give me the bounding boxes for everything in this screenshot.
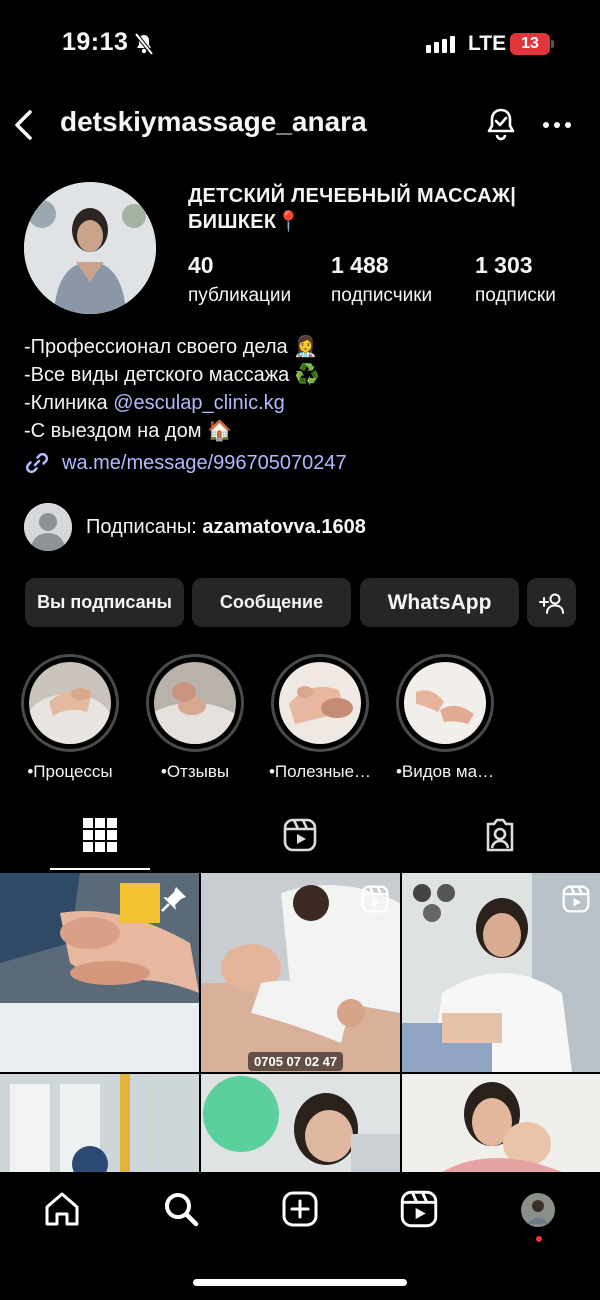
nav-profile[interactable] (520, 1192, 556, 1233)
stat-followers-value: 1 488 (331, 252, 389, 278)
highlight-label: •Отзывы (160, 762, 230, 781)
stat-posts[interactable]: 40 публикации (188, 252, 291, 307)
grid-post[interactable] (0, 1074, 199, 1172)
battery-icon: 13 (510, 33, 550, 55)
highlight-cover (154, 662, 236, 744)
profile-avatar[interactable] (24, 182, 156, 314)
grid-post[interactable] (402, 1074, 600, 1172)
highlight-cover (404, 662, 486, 744)
notification-bell-icon[interactable] (484, 106, 518, 147)
profile-avatar-icon (521, 1193, 555, 1227)
grid-post[interactable] (0, 873, 199, 1072)
clinic-mention-link[interactable]: @esculap_clinic.kg (113, 392, 285, 414)
highlight-ring (146, 654, 244, 752)
highlight-label: •Процессы (27, 762, 113, 781)
tab-posts-grid[interactable] (83, 818, 117, 857)
highlight-processes[interactable]: •Процессы (20, 654, 120, 782)
stat-following[interactable]: 1 303 подписки (475, 252, 556, 307)
grid-icon (83, 818, 117, 852)
stat-followers[interactable]: 1 488 подписчики (331, 252, 432, 307)
tab-reels[interactable] (283, 818, 317, 857)
bio-line: -Клиника @esculap_clinic.kg (24, 389, 320, 417)
profile-display-name: ДЕТСКИЙ ЛЕЧЕБНЫЙ МАССАЖ| БИШКЕК📍 (188, 185, 517, 233)
highlight-useful[interactable]: •Полезные… (269, 654, 371, 782)
search-icon (165, 1193, 199, 1227)
highlight-ring (396, 654, 494, 752)
stat-following-value: 1 303 (475, 252, 533, 278)
stat-posts-value: 40 (188, 252, 214, 278)
grid-post[interactable] (201, 1074, 400, 1172)
network-type: LTE (468, 32, 507, 55)
reels-icon (283, 818, 317, 852)
phone-overlay-text: 0705 07 02 47 (248, 1052, 344, 1071)
reels-icon (562, 885, 590, 913)
more-options-icon[interactable] (542, 116, 572, 134)
active-tab-indicator (50, 868, 150, 870)
highlight-ring (271, 654, 369, 752)
create-icon (282, 1191, 318, 1227)
nav-create[interactable] (281, 1190, 319, 1233)
stat-followers-label: подписчики (331, 285, 433, 306)
link-icon (25, 452, 49, 474)
status-time: 19:13 (62, 28, 129, 56)
profile-username: detskiymassage_anara (60, 106, 367, 137)
highlight-cover (279, 662, 361, 744)
tagged-icon (486, 818, 514, 852)
highlight-cover (29, 662, 111, 744)
nav-search[interactable] (162, 1190, 200, 1233)
bio-line: -Все виды детского массажа ♻️ (24, 364, 320, 386)
whatsapp-button[interactable]: WhatsApp (360, 578, 519, 627)
notification-dot (536, 1236, 542, 1242)
profile-link-text[interactable]: wa.me/message/996705070247 (62, 452, 347, 475)
add-person-icon (538, 593, 564, 614)
stat-following-label: подписки (475, 285, 556, 306)
profile-link[interactable]: wa.me/message/996705070247 (24, 450, 347, 476)
pinned-icon (161, 887, 186, 912)
followed-by-username[interactable]: azamatovva.1608 (202, 516, 365, 538)
reels-icon (400, 1190, 438, 1228)
highlight-label: •Видов ма… (395, 762, 495, 781)
follower-avatar (24, 503, 72, 551)
suggest-people-button[interactable] (527, 578, 576, 627)
grid-post[interactable] (201, 873, 400, 1072)
highlight-label: •Полезные… (268, 762, 372, 781)
home-icon (45, 1192, 79, 1226)
nav-reels[interactable] (400, 1190, 438, 1233)
back-arrow-icon[interactable] (12, 108, 36, 147)
grid-post[interactable] (402, 873, 600, 1072)
profile-bio: -Профессионал своего дела 👩‍⚕️ -Все виды… (24, 333, 320, 445)
tab-tagged[interactable] (483, 818, 517, 857)
home-indicator (193, 1279, 407, 1286)
signal-icon (426, 36, 455, 53)
highlight-reviews[interactable]: •Отзывы (145, 654, 245, 782)
bell-slash-icon (134, 32, 154, 60)
followed-by-text: Подписаны: azamatovva.1608 (86, 516, 366, 539)
following-button[interactable]: Вы подписаны (25, 578, 184, 627)
reels-icon (361, 885, 389, 913)
nav-home[interactable] (43, 1190, 81, 1233)
followed-by-row[interactable]: Подписаны: azamatovva.1608 (24, 503, 366, 551)
followed-by-prefix: Подписаны: (86, 515, 203, 538)
battery-cap (551, 40, 554, 48)
bio-line: -Профессионал своего дела 👩‍⚕️ (24, 336, 319, 358)
highlight-ring (21, 654, 119, 752)
message-button[interactable]: Сообщение (192, 578, 351, 627)
highlight-types[interactable]: •Видов ма… (395, 654, 495, 782)
bio-line: -С выездом на дом 🏠 (24, 420, 232, 442)
bio-line-prefix: -Клиника (24, 392, 114, 414)
stat-posts-label: публикации (188, 285, 292, 306)
